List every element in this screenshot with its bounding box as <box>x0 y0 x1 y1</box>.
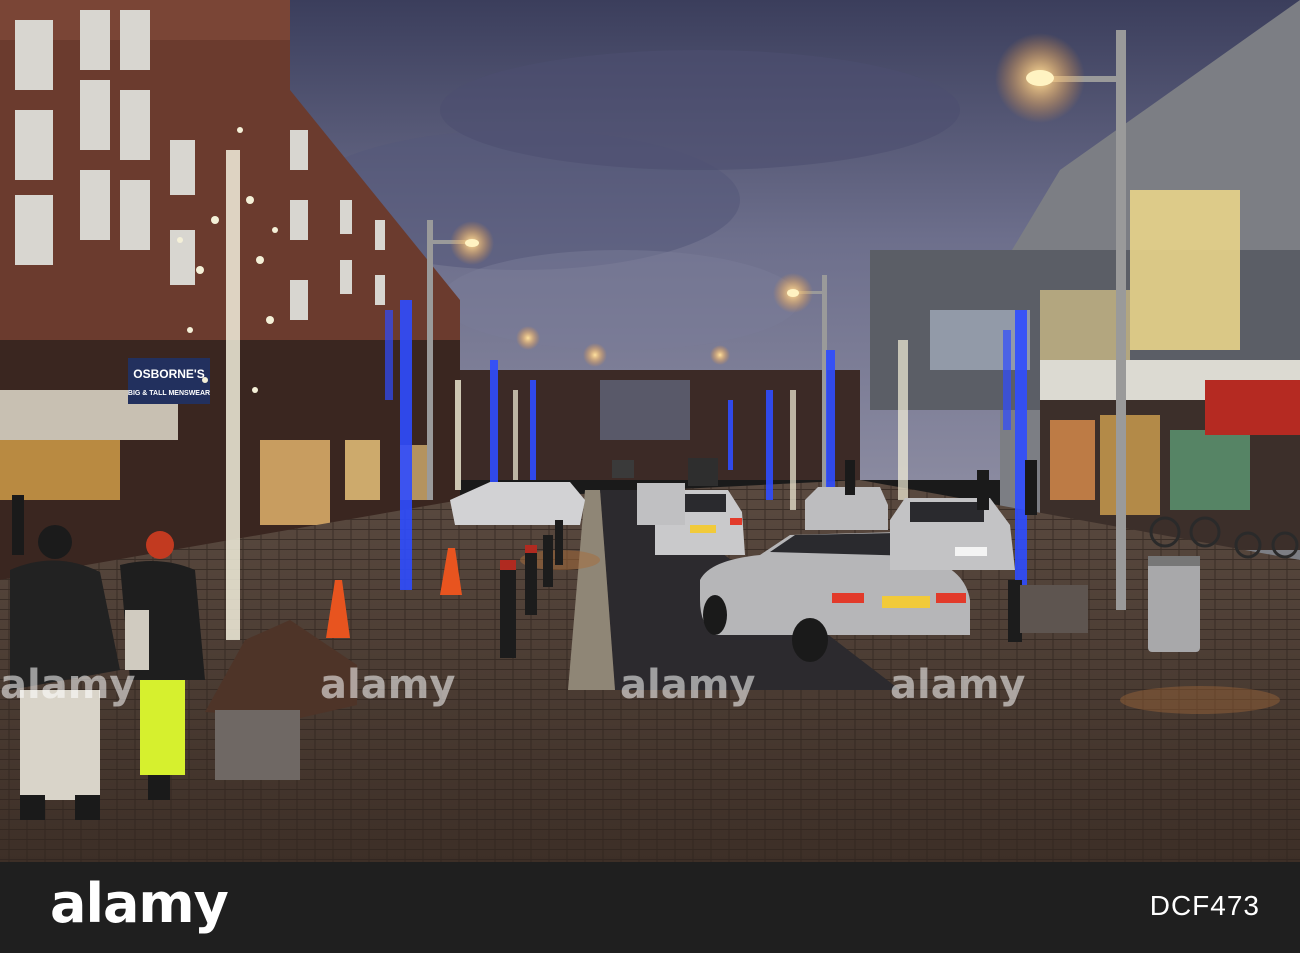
street-photo: OSBORNE'S BIG & TALL MENSWEAR alamy alam… <box>0 0 1300 862</box>
image-id: DCF473 <box>1149 890 1260 921</box>
watermark-2: alamy <box>320 662 455 708</box>
litter-bin <box>1148 556 1200 652</box>
silver-sedan-car <box>890 498 1015 570</box>
watermark-3: alamy <box>620 662 755 708</box>
street-scene-illustration: OSBORNE'S BIG & TALL MENSWEAR alamy alam… <box>0 0 1300 862</box>
sign-line2: BIG & TALL MENSWEAR <box>128 390 210 397</box>
cloud <box>440 250 800 350</box>
white-car-left <box>450 482 585 525</box>
watermark-1: alamy <box>0 662 135 708</box>
cloud <box>440 50 960 170</box>
bench-right <box>1020 585 1088 633</box>
watermark-4: alamy <box>890 662 1025 708</box>
shop-awning-right <box>1205 380 1300 435</box>
osbornes-sign: OSBORNE'S BIG & TALL MENSWEAR <box>128 358 210 404</box>
stock-photo-footer: alamy DCF473 <box>0 862 1300 953</box>
alamy-logo: alamy <box>50 872 229 935</box>
sign-line1: OSBORNE'S <box>133 367 205 381</box>
